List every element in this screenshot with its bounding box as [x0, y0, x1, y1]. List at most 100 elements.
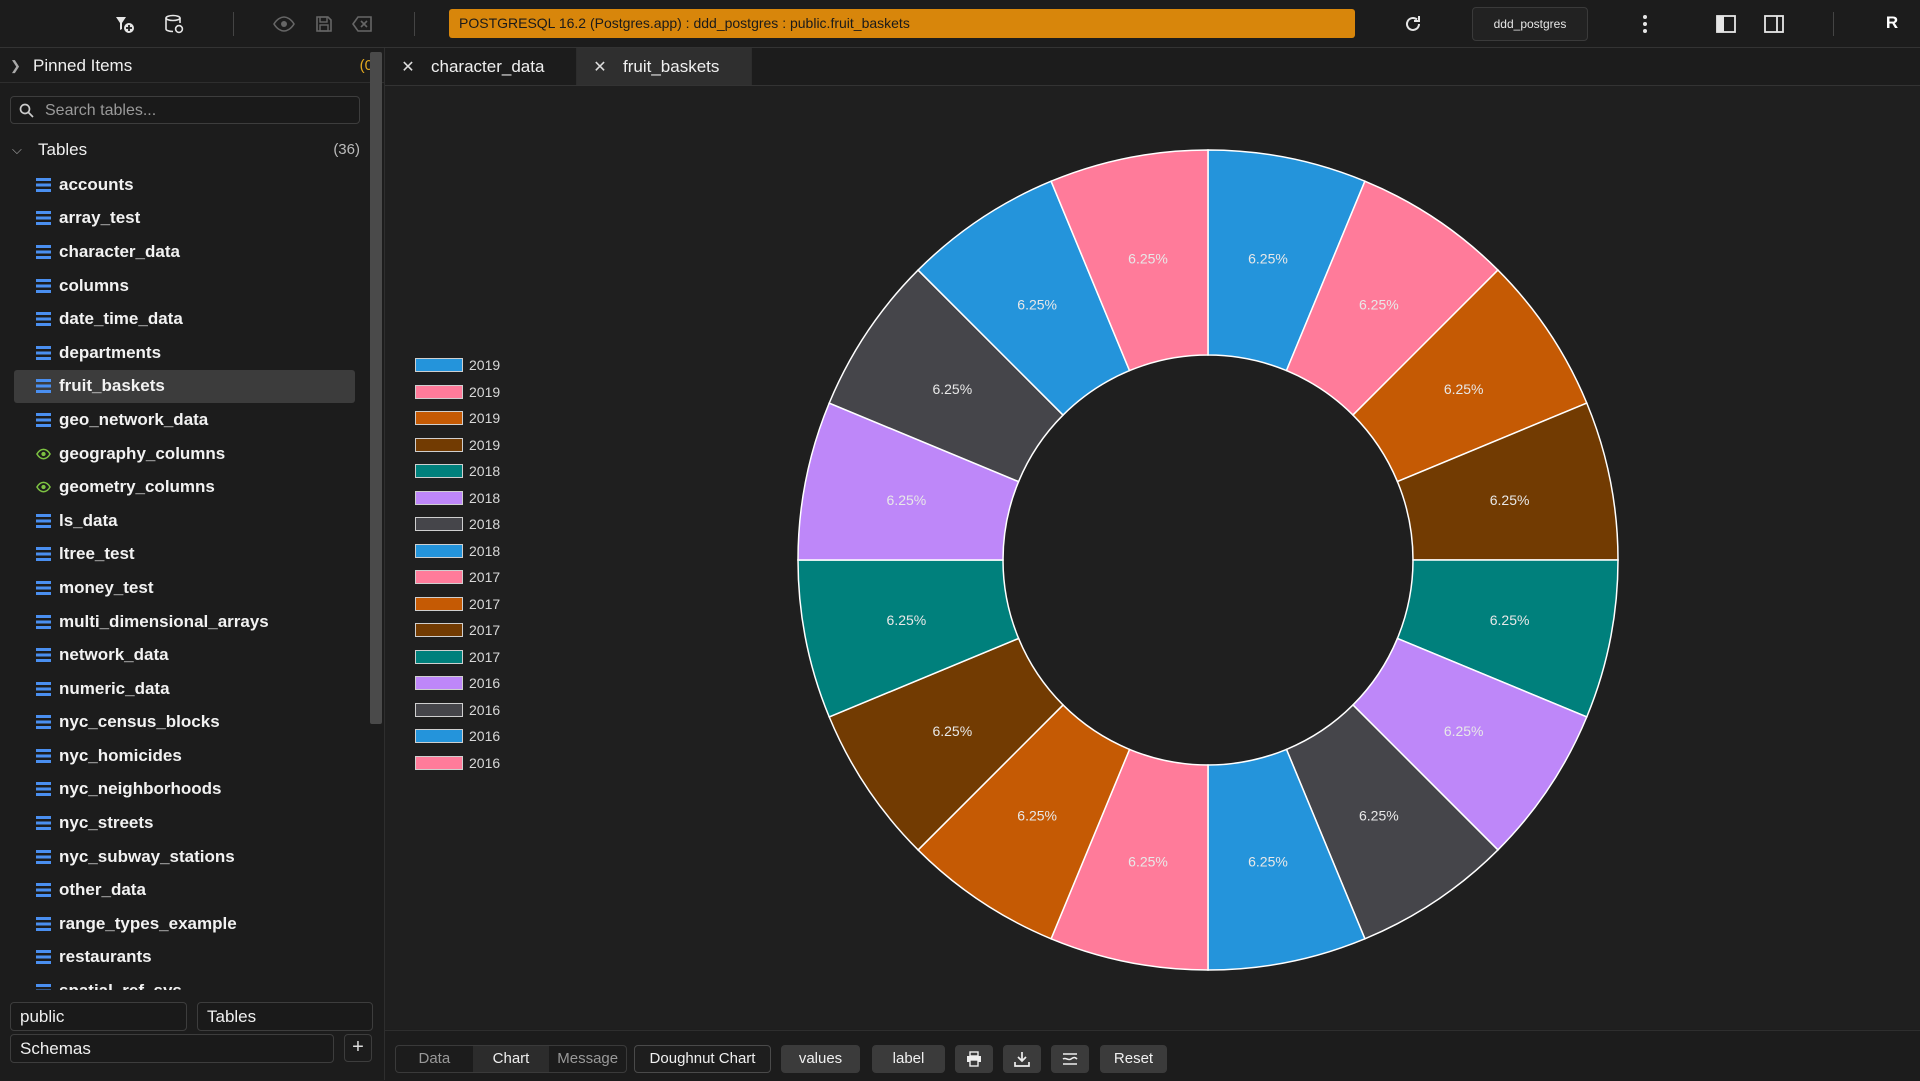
database-selector[interactable]: ddd_postgres — [1472, 7, 1588, 41]
tables-count: (36) — [333, 141, 360, 158]
discard-changes-icon[interactable] — [349, 11, 375, 37]
table-name: geometry_columns — [59, 477, 215, 497]
eye-icon[interactable] — [271, 11, 297, 37]
chevron-right-icon: ❯ — [10, 58, 21, 74]
table-name: character_data — [59, 242, 180, 262]
legend-item[interactable]: 2019 — [415, 432, 500, 459]
toggle-right-panel-icon[interactable] — [1761, 11, 1787, 37]
legend-item[interactable]: 2016 — [415, 697, 500, 724]
chart-options-button[interactable] — [1051, 1045, 1089, 1073]
legend-label: 2019 — [469, 437, 500, 453]
tab-chart[interactable]: Chart — [473, 1046, 550, 1072]
legend-item[interactable]: 2019 — [415, 405, 500, 432]
print-button[interactable] — [955, 1045, 993, 1073]
table-item[interactable]: ltree_test — [14, 538, 355, 572]
legend-swatch — [415, 597, 463, 611]
table-item[interactable]: geography_columns — [14, 437, 355, 471]
more-options-icon[interactable] — [1632, 11, 1658, 37]
legend-swatch — [415, 358, 463, 372]
table-name: network_data — [59, 645, 169, 665]
legend-item[interactable]: 2017 — [415, 591, 500, 618]
label-column-button[interactable]: label — [872, 1045, 945, 1073]
legend-item[interactable]: 2018 — [415, 538, 500, 565]
object-type-select[interactable]: Tables — [197, 1002, 373, 1031]
table-item[interactable]: spatial_ref_sys — [14, 974, 355, 990]
table-item[interactable]: network_data — [14, 638, 355, 672]
table-name: nyc_homicides — [59, 746, 182, 766]
toggle-left-panel-icon[interactable] — [1713, 11, 1739, 37]
table-icon — [36, 883, 51, 897]
slice-value-label: 6.25% — [1248, 250, 1288, 266]
tab-message[interactable]: Message — [549, 1046, 626, 1072]
legend-item[interactable]: 2018 — [415, 458, 500, 485]
toolbar-divider — [1833, 12, 1834, 36]
schema-select[interactable]: public — [10, 1002, 187, 1031]
legend-item[interactable]: 2017 — [415, 564, 500, 591]
table-item[interactable]: multi_dimensional_arrays — [14, 605, 355, 639]
legend-item[interactable]: 2016 — [415, 670, 500, 697]
sidebar-scrollbar[interactable] — [370, 52, 382, 724]
user-avatar[interactable]: R — [1878, 9, 1906, 37]
table-item[interactable]: geometry_columns — [14, 470, 355, 504]
table-item[interactable]: range_types_example — [14, 907, 355, 941]
table-item[interactable]: columns — [14, 269, 355, 303]
table-item[interactable]: ls_data — [14, 504, 355, 538]
table-item[interactable]: nyc_subway_stations — [14, 840, 355, 874]
table-item[interactable]: nyc_neighborhoods — [14, 773, 355, 807]
table-item[interactable]: fruit_baskets — [14, 370, 355, 404]
table-name: departments — [59, 343, 161, 363]
close-icon[interactable]: ✕ — [593, 57, 607, 77]
download-button[interactable] — [1003, 1045, 1041, 1073]
tab-fruit-baskets[interactable]: ✕ fruit_baskets — [577, 48, 752, 85]
tab-character-data[interactable]: ✕ character_data — [385, 48, 577, 85]
connection-banner: POSTGRESQL 16.2 (Postgres.app) : ddd_pos… — [449, 9, 1355, 38]
legend-label: 2016 — [469, 755, 500, 771]
table-item[interactable]: numeric_data — [14, 672, 355, 706]
table-icon — [36, 245, 51, 259]
legend-item[interactable]: 2017 — [415, 617, 500, 644]
save-icon[interactable] — [311, 11, 337, 37]
view-eye-icon — [36, 480, 51, 494]
table-item[interactable]: other_data — [14, 873, 355, 907]
table-icon — [36, 682, 51, 696]
table-item[interactable]: nyc_census_blocks — [14, 706, 355, 740]
printer-icon — [966, 1051, 982, 1067]
search-icon — [19, 103, 34, 123]
legend-item[interactable]: 2018 — [415, 511, 500, 538]
schemas-select[interactable]: Schemas — [10, 1034, 334, 1063]
tab-label: character_data — [431, 57, 544, 77]
table-item[interactable]: money_test — [14, 571, 355, 605]
close-icon[interactable]: ✕ — [401, 57, 415, 77]
reset-button[interactable]: Reset — [1100, 1045, 1167, 1073]
tables-section-header[interactable]: ⌵ Tables (36) — [0, 138, 372, 164]
table-item[interactable]: restaurants — [14, 941, 355, 975]
table-name: array_test — [59, 208, 140, 228]
add-schema-button[interactable]: + — [344, 1034, 372, 1062]
tab-data[interactable]: Data — [396, 1046, 473, 1072]
table-item[interactable]: departments — [14, 336, 355, 370]
table-item[interactable]: accounts — [14, 168, 355, 202]
table-item[interactable]: nyc_streets — [14, 806, 355, 840]
table-item[interactable]: date_time_data — [14, 302, 355, 336]
legend-item[interactable]: 2016 — [415, 723, 500, 750]
table-name: nyc_neighborhoods — [59, 779, 221, 799]
pinned-items-header[interactable]: ❯ Pinned Items (0) — [0, 48, 384, 83]
database-settings-icon[interactable] — [161, 11, 187, 37]
tab-label: fruit_baskets — [623, 57, 719, 77]
add-connection-icon[interactable] — [111, 11, 137, 37]
legend-item[interactable]: 2019 — [415, 352, 500, 379]
refresh-icon[interactable] — [1400, 11, 1426, 37]
legend-item[interactable]: 2016 — [415, 750, 500, 777]
legend-swatch — [415, 676, 463, 690]
search-tables-input[interactable] — [43, 99, 347, 123]
legend-item[interactable]: 2019 — [415, 379, 500, 406]
table-name: range_types_example — [59, 914, 237, 934]
table-item[interactable]: geo_network_data — [14, 403, 355, 437]
values-column-button[interactable]: values — [781, 1045, 860, 1073]
table-item[interactable]: nyc_homicides — [14, 739, 355, 773]
chart-type-button[interactable]: Doughnut Chart — [634, 1045, 771, 1073]
legend-item[interactable]: 2018 — [415, 485, 500, 512]
legend-item[interactable]: 2017 — [415, 644, 500, 671]
table-item[interactable]: character_data — [14, 235, 355, 269]
table-item[interactable]: array_test — [14, 202, 355, 236]
